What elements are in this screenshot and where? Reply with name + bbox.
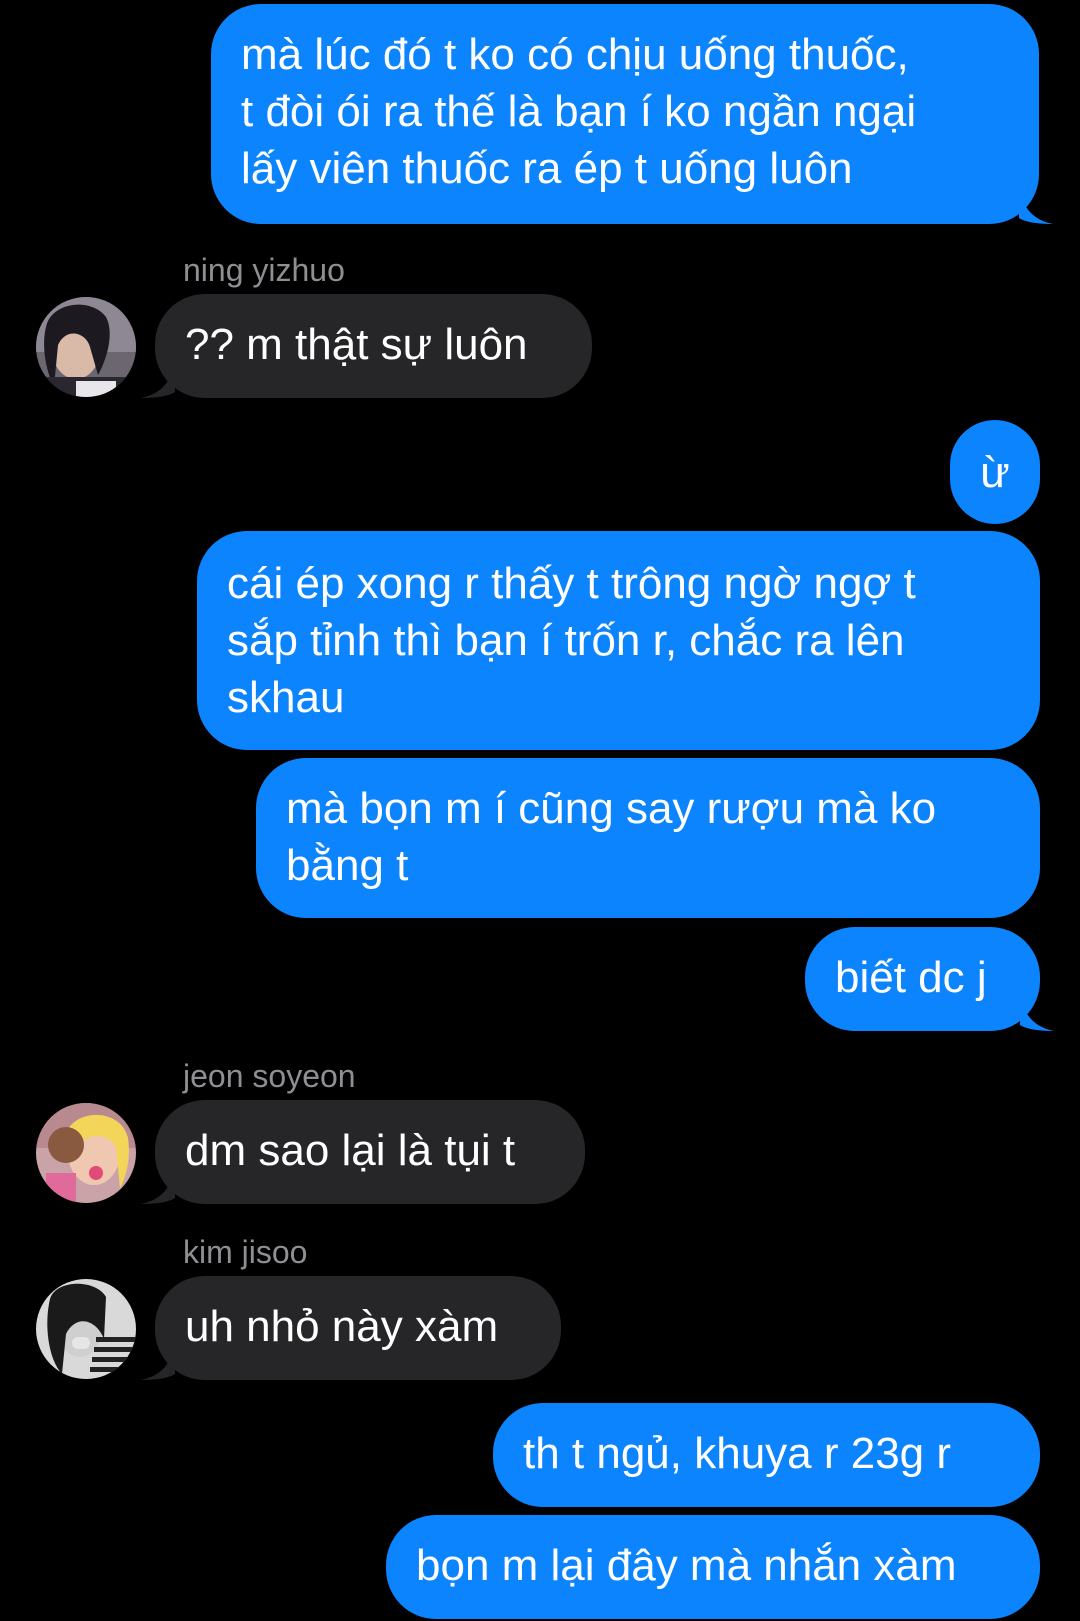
sent-message-bubble[interactable]: biết dc j — [805, 927, 1040, 1031]
sent-message-bubble[interactable]: cái ép xong r thấy t trông ngờ ngợ t sắp… — [197, 531, 1040, 750]
avatar-kim-jisoo-icon[interactable] — [36, 1279, 136, 1379]
received-message-bubble[interactable]: dm sao lại là tụi t — [155, 1100, 585, 1204]
sent-message-bubble[interactable]: th t ngủ, khuya r 23g r — [493, 1403, 1040, 1507]
avatar-jeon-soyeon-icon[interactable] — [36, 1103, 136, 1203]
sent-message-bubble[interactable]: bọn m lại đây mà nhắn xàm — [386, 1515, 1040, 1619]
sent-message-bubble[interactable]: mà lúc đó t ko có chịu uống thuốc, t đòi… — [211, 4, 1039, 224]
sender-name: kim jisoo — [183, 1234, 308, 1270]
sender-name: ning yizhuo — [183, 252, 345, 288]
avatar-ning-yizhuo-icon[interactable] — [36, 297, 136, 397]
received-message-bubble[interactable]: ?? m thật sự luôn — [155, 294, 592, 398]
sent-message-bubble[interactable]: mà bọn m í cũng say rượu mà ko bằng t — [256, 758, 1040, 918]
sender-name: jeon soyeon — [183, 1058, 356, 1094]
received-message-bubble[interactable]: uh nhỏ này xàm — [155, 1276, 561, 1380]
message-thread: mà lúc đó t ko có chịu uống thuốc, t đòi… — [0, 0, 1080, 1621]
sent-message-bubble[interactable]: ừ — [950, 420, 1040, 524]
